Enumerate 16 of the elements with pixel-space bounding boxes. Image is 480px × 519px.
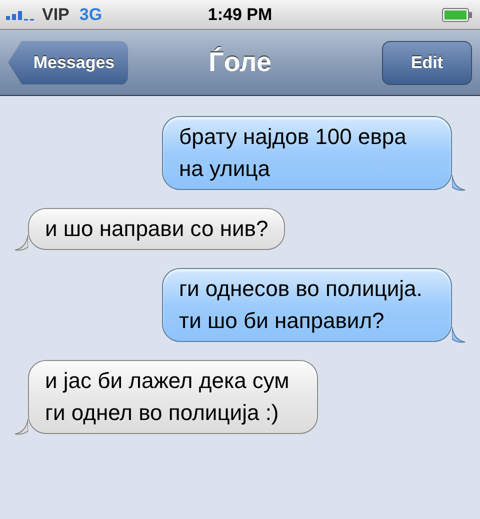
bubble-tail-icon — [14, 419, 28, 435]
message-bubble: и јас би лажел дека сум ги однел во полиција :) — [28, 360, 318, 434]
message-bubble: и шо направи со нив? — [28, 208, 286, 250]
message-bubble: брату најдов 100 евра на улица — [162, 116, 452, 190]
message-bubble: ги однесов во полиција. ти шо би направил? — [162, 268, 452, 342]
battery-icon — [442, 8, 472, 22]
bubble-tail-icon — [452, 327, 466, 343]
edit-button[interactable]: Edit — [382, 40, 472, 84]
clock-time: 1:49 PM — [208, 4, 272, 26]
network-type: 3G — [79, 4, 102, 26]
back-button[interactable]: Messages — [8, 40, 128, 84]
bubble-tail-icon — [14, 235, 28, 251]
carrier-name: VIP — [42, 4, 70, 26]
signal-icon — [6, 8, 36, 20]
conversation-title: Ѓоле — [208, 46, 272, 80]
bubble-tail-icon — [452, 175, 466, 191]
